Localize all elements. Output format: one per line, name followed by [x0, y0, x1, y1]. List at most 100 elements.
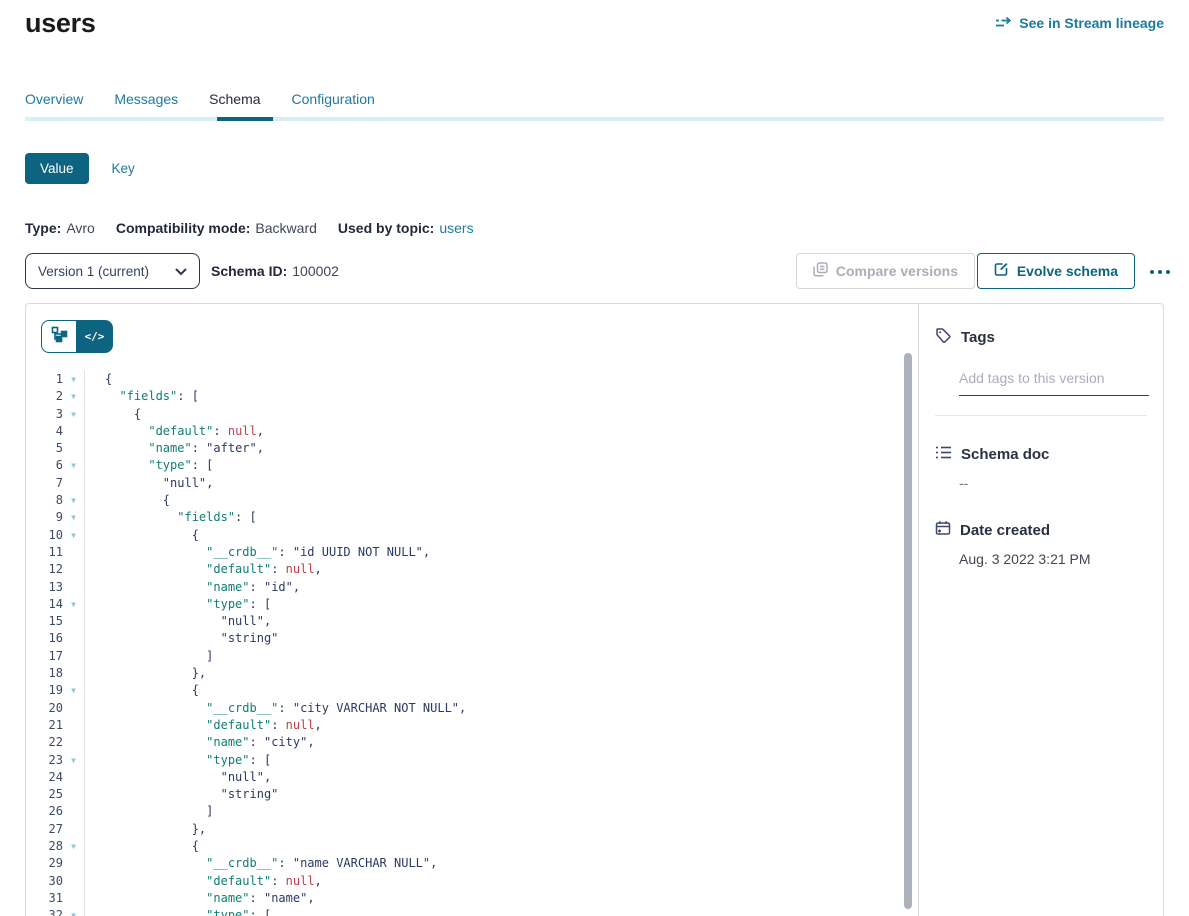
see-in-stream-lineage-link[interactable]: See in Stream lineage — [995, 15, 1164, 31]
fold-toggle-icon — [63, 855, 84, 872]
compare-versions-button[interactable]: Compare versions — [796, 253, 975, 289]
fold-toggle-icon[interactable]: ▼ — [63, 907, 84, 916]
code-text: "fields": [ — [84, 509, 918, 526]
tab-overview[interactable]: Overview — [25, 91, 83, 111]
code-line: 30 "default": null, — [26, 873, 918, 890]
code-view-button[interactable]: </> — [77, 320, 113, 353]
code-line: 9▼ "fields": [ — [26, 509, 918, 526]
code-line: 15 "null", — [26, 613, 918, 630]
code-line: 2▼ "fields": [ — [26, 388, 918, 405]
code-text: "type": [ — [84, 907, 918, 916]
code-line: 18 }, — [26, 665, 918, 682]
fold-toggle-icon[interactable]: ▼ — [63, 457, 84, 474]
fold-toggle-icon — [63, 561, 84, 578]
tab-bar: Overview Messages Schema Configuration — [25, 91, 406, 111]
code-text: "default": null, — [84, 873, 918, 890]
line-number: 4 — [26, 423, 63, 440]
tags-heading: Tags — [935, 327, 1147, 348]
date-created-section: Date created Aug. 3 2022 3:21 PM — [935, 520, 1147, 567]
list-icon — [935, 445, 952, 464]
fold-toggle-icon[interactable]: ▼ — [63, 406, 84, 423]
evolve-schema-label: Evolve schema — [1017, 263, 1118, 279]
code-line: 26 ] — [26, 803, 918, 820]
line-number: 25 — [26, 786, 63, 803]
line-number: 26 — [26, 803, 63, 820]
tab-configuration[interactable]: Configuration — [292, 91, 375, 111]
code-text: "name": "name", — [84, 890, 918, 907]
fold-toggle-icon[interactable]: ▼ — [63, 509, 84, 526]
fold-toggle-icon[interactable]: ▼ — [63, 682, 84, 699]
code-text: "type": [ — [84, 457, 918, 474]
code-text: "__crdb__": "id UUID NOT NULL", — [84, 544, 918, 561]
ellipsis-icon — [1150, 270, 1154, 274]
lineage-link-label: See in Stream lineage — [1019, 15, 1164, 31]
chevron-down-icon — [175, 264, 187, 279]
code-text: "__crdb__": "name VARCHAR NULL", — [84, 855, 918, 872]
fold-toggle-icon — [63, 769, 84, 786]
schema-panel: </> 1▼{2▼ "fields": [3▼ {4 "default": nu… — [25, 303, 1164, 916]
code-line: 17 ] — [26, 648, 918, 665]
code-text: { — [84, 527, 918, 544]
code-line: 29 "__crdb__": "name VARCHAR NULL", — [26, 855, 918, 872]
code-text: "__crdb__": "city VARCHAR NOT NULL", — [84, 700, 918, 717]
key-toggle-button[interactable]: Key — [112, 161, 135, 176]
code-view-icon: </> — [85, 330, 105, 343]
code-line: 6▼ "type": [ — [26, 457, 918, 474]
code-line: 11 "__crdb__": "id UUID NOT NULL", — [26, 544, 918, 561]
fold-toggle-icon[interactable]: ▼ — [63, 838, 84, 855]
fold-toggle-icon — [63, 579, 84, 596]
line-number: 11 — [26, 544, 63, 561]
line-number: 17 — [26, 648, 63, 665]
schema-id: Schema ID:100002 — [211, 253, 339, 289]
fold-toggle-icon — [63, 648, 84, 665]
ellipsis-icon — [1158, 270, 1162, 274]
editor-scrollbar[interactable] — [904, 353, 912, 909]
tree-view-icon — [51, 326, 68, 348]
schema-id-label: Schema ID: — [211, 263, 287, 279]
value-toggle-button[interactable]: Value — [25, 153, 89, 184]
tab-messages[interactable]: Messages — [114, 91, 178, 111]
more-options-button[interactable] — [1146, 262, 1174, 282]
add-tags-input[interactable] — [959, 370, 1149, 396]
fold-toggle-icon[interactable]: ▼ — [63, 371, 84, 388]
fold-toggle-icon — [63, 630, 84, 647]
line-number: 19 — [26, 682, 63, 699]
code-line: 7 "null", — [26, 475, 918, 492]
code-line: 1▼{ — [26, 371, 918, 388]
fold-toggle-icon — [63, 890, 84, 907]
schema-doc-heading-label: Schema doc — [961, 446, 1049, 463]
line-number: 15 — [26, 613, 63, 630]
date-created-heading: Date created — [935, 520, 1147, 540]
fold-toggle-icon — [63, 665, 84, 682]
code-text: "null", — [84, 475, 918, 492]
topic-label: Used by topic: — [338, 220, 434, 236]
line-number: 14 — [26, 596, 63, 613]
code-line: 24 "null", — [26, 769, 918, 786]
schema-page: users See in Stream lineage Overview Mes… — [0, 0, 1189, 916]
fold-toggle-icon[interactable]: ▼ — [63, 388, 84, 405]
code-text: "string" — [84, 786, 918, 803]
fold-toggle-icon[interactable]: ▼ — [63, 492, 84, 509]
line-number: 8 — [26, 492, 63, 509]
topic-link[interactable]: users — [439, 220, 473, 236]
tab-schema[interactable]: Schema — [209, 91, 260, 111]
schema-code-editor[interactable]: 1▼{2▼ "fields": [3▼ {4 "default": null,5… — [26, 371, 918, 916]
line-number: 24 — [26, 769, 63, 786]
fold-toggle-icon — [63, 475, 84, 492]
line-number: 20 — [26, 700, 63, 717]
code-text: "name": "after", — [84, 440, 918, 457]
compat-value: Backward — [255, 220, 316, 236]
stream-lineage-icon — [995, 16, 1012, 30]
line-number: 12 — [26, 561, 63, 578]
fold-toggle-icon[interactable]: ▼ — [63, 752, 84, 769]
code-text: "null", — [84, 769, 918, 786]
code-text: "default": null, — [84, 717, 918, 734]
line-number: 7 — [26, 475, 63, 492]
fold-toggle-icon[interactable]: ▼ — [63, 527, 84, 544]
fold-toggle-icon[interactable]: ▼ — [63, 596, 84, 613]
tree-view-button[interactable] — [41, 320, 77, 353]
evolve-schema-button[interactable]: Evolve schema — [977, 253, 1135, 289]
line-number: 13 — [26, 579, 63, 596]
code-text: "null", — [84, 613, 918, 630]
version-dropdown[interactable]: Version 1 (current) — [25, 253, 200, 289]
